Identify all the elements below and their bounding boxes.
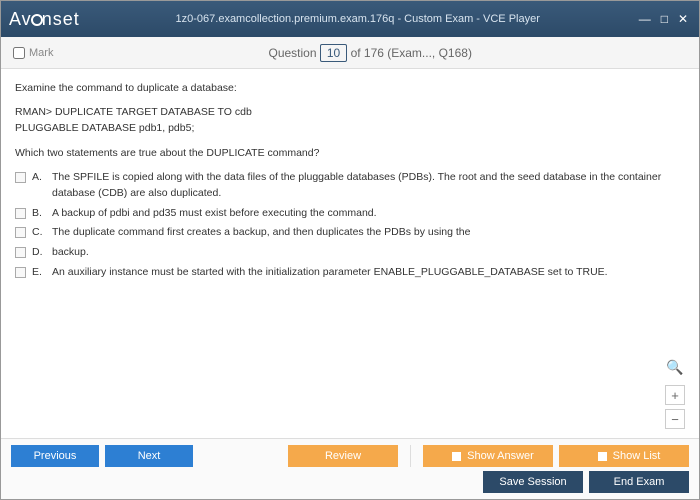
maximize-icon[interactable]: □	[658, 12, 671, 26]
divider	[410, 445, 411, 467]
zoom-controls: 🔍 + −	[665, 357, 685, 429]
minimize-icon[interactable]: —	[636, 12, 654, 26]
question-number: 10	[320, 44, 347, 62]
answer-checkbox[interactable]	[15, 227, 26, 238]
zoom-out-button[interactable]: −	[665, 409, 685, 429]
square-icon	[452, 452, 461, 461]
command-block: RMAN> DUPLICATE TARGET DATABASE TO cdb P…	[15, 105, 685, 137]
mark-checkbox[interactable]	[13, 47, 25, 59]
answer-option[interactable]: A. The SPFILE is copied along with the d…	[15, 170, 685, 202]
end-exam-button[interactable]: End Exam	[589, 471, 689, 493]
next-button[interactable]: Next	[105, 445, 193, 467]
square-icon	[598, 452, 607, 461]
titlebar: Avnset 1z0-067.examcollection.premium.ex…	[1, 1, 699, 37]
mark-label: Mark	[29, 47, 53, 59]
answer-option[interactable]: B. A backup of pdbi and pd35 must exist …	[15, 206, 685, 222]
answer-option[interactable]: C. The duplicate command first creates a…	[15, 225, 685, 241]
answer-checkbox[interactable]	[15, 267, 26, 278]
window-title: 1z0-067.examcollection.premium.exam.176q…	[80, 13, 636, 25]
window-controls: — □ ✕	[636, 12, 691, 26]
answer-text: An auxiliary instance must be started wi…	[52, 265, 608, 281]
answer-checkbox[interactable]	[15, 172, 26, 183]
question-indicator: Question 10 of 176 (Exam..., Q168)	[53, 46, 687, 60]
answer-option[interactable]: D. backup.	[15, 245, 685, 261]
answer-text: backup.	[52, 245, 89, 261]
subheader: Mark Question 10 of 176 (Exam..., Q168)	[1, 37, 699, 69]
save-session-button[interactable]: Save Session	[483, 471, 583, 493]
review-button[interactable]: Review	[288, 445, 398, 467]
previous-button[interactable]: Previous	[11, 445, 99, 467]
question-content: Examine the command to duplicate a datab…	[1, 69, 699, 297]
show-answer-button[interactable]: Show Answer	[423, 445, 553, 467]
answer-text: The SPFILE is copied along with the data…	[52, 170, 685, 202]
answer-option[interactable]: E. An auxiliary instance must be started…	[15, 265, 685, 281]
question-prompt: Which two statements are true about the …	[15, 146, 685, 162]
show-list-button[interactable]: Show List	[559, 445, 689, 467]
magnify-icon[interactable]: 🔍	[665, 357, 685, 377]
app-logo: Avnset	[9, 9, 80, 30]
answer-list: A. The SPFILE is copied along with the d…	[15, 170, 685, 281]
footer: Previous Next Review Show Answer Show Li…	[1, 438, 699, 499]
close-icon[interactable]: ✕	[675, 12, 691, 26]
question-intro: Examine the command to duplicate a datab…	[15, 81, 685, 97]
answer-text: The duplicate command first creates a ba…	[52, 225, 471, 241]
answer-checkbox[interactable]	[15, 208, 26, 219]
mark-checkbox-wrap[interactable]: Mark	[13, 47, 53, 59]
answer-text: A backup of pdbi and pd35 must exist bef…	[52, 206, 377, 222]
zoom-in-button[interactable]: +	[665, 385, 685, 405]
answer-checkbox[interactable]	[15, 247, 26, 258]
